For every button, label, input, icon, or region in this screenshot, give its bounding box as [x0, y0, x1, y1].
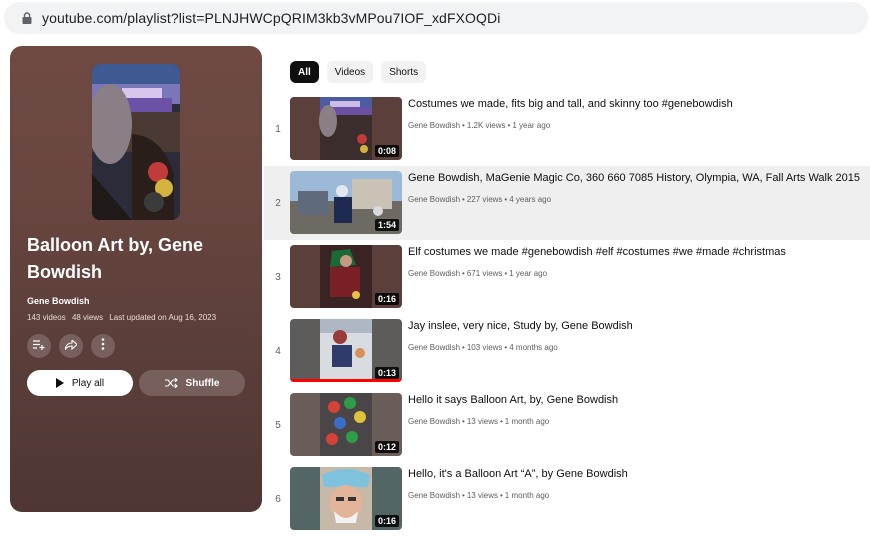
video-thumbnail[interactable]: 0:16 [290, 467, 402, 530]
video-title[interactable]: Hello, it's a Balloon Art “A”, by Gene B… [408, 468, 868, 480]
video-meta: Gene Bowdish • 1.2K views • 1 year ago [408, 121, 551, 130]
video-title[interactable]: Elf costumes we made #genebowdish #elf #… [408, 246, 868, 258]
play-icon [55, 378, 64, 388]
video-row[interactable]: 5 0:12 Hello it says Balloon Art, by, Ge… [264, 388, 870, 462]
playlist-owner[interactable]: Gene Bowdish [27, 296, 90, 306]
video-meta: Gene Bowdish • 227 views • 4 years ago [408, 195, 552, 204]
url-text[interactable]: youtube.com/playlist?list=PLNJHWCpQRIM3k… [42, 10, 500, 26]
video-index: 2 [275, 197, 281, 209]
shuffle-label: Shuffle [185, 377, 220, 389]
share-icon [64, 337, 78, 355]
share-button[interactable] [59, 334, 83, 358]
video-meta: Gene Bowdish • 13 views • 1 month ago [408, 491, 550, 500]
video-age: 1 year ago [512, 121, 551, 130]
video-views: 671 views [466, 269, 503, 278]
chip-shorts[interactable]: Shorts [381, 61, 427, 83]
video-count: 143 videos [27, 313, 66, 322]
video-thumbnail[interactable]: 0:08 [290, 97, 402, 160]
more-vert-icon [101, 337, 105, 355]
video-thumbnail[interactable]: 1:54 [290, 171, 402, 234]
video-views: 13 views [466, 491, 498, 500]
channel-name[interactable]: Gene Bowdish [408, 417, 460, 426]
video-age: 1 month ago [504, 491, 550, 500]
last-updated: Last updated on Aug 16, 2023 [109, 313, 217, 322]
channel-name[interactable]: Gene Bowdish [408, 343, 460, 352]
video-row[interactable]: 6 0:16 Hello, it's a Balloon Art “A”, by… [264, 462, 870, 536]
video-duration: 0:13 [374, 367, 399, 379]
video-duration: 0:08 [374, 145, 399, 157]
video-duration: 0:12 [374, 441, 399, 453]
channel-name[interactable]: Gene Bowdish [408, 269, 460, 278]
video-meta: Gene Bowdish • 671 views • 1 year ago [408, 269, 548, 278]
video-index: 4 [275, 345, 281, 357]
video-duration: 0:16 [374, 515, 399, 527]
playlist-title: Balloon Art by, Gene Bowdish [27, 235, 204, 282]
shuffle-icon [164, 378, 178, 388]
play-all-button[interactable]: Play all [27, 370, 133, 396]
video-meta: Gene Bowdish • 103 views • 4 months ago [408, 343, 558, 352]
video-row[interactable]: 2 1:54 Gene Bowdish, MaGenie Magic Co, 3… [264, 166, 870, 240]
video-age: 1 year ago [509, 269, 548, 278]
video-list: 1 0:08 Costumes we made, fits big and ta… [264, 92, 870, 536]
video-index: 1 [275, 123, 281, 135]
lock-icon[interactable] [22, 12, 32, 24]
playlist-meta: 143 videos 48 views Last updated on Aug … [27, 313, 216, 322]
chip-videos[interactable]: Videos [326, 61, 374, 83]
play-all-label: Play all [71, 377, 105, 389]
chip-all[interactable]: All [290, 61, 319, 83]
playlist-add-icon [33, 337, 45, 355]
video-views: 227 views [466, 195, 503, 204]
video-age: 4 years ago [509, 195, 552, 204]
video-row[interactable]: 1 0:08 Costumes we made, fits big and ta… [264, 92, 870, 166]
video-title[interactable]: Costumes we made, fits big and tall, and… [408, 98, 868, 110]
more-options-button[interactable] [91, 334, 115, 358]
channel-name[interactable]: Gene Bowdish [408, 491, 460, 500]
playlist-header-panel: Balloon Art by, Gene Bowdish Gene Bowdis… [10, 46, 262, 512]
video-age: 1 month ago [504, 417, 550, 426]
video-row[interactable]: 4 0:13 Jay inslee, very nice, Study by, … [264, 314, 870, 388]
playlist-cover-image[interactable] [92, 64, 180, 220]
video-meta: Gene Bowdish • 13 views • 1 month ago [408, 417, 550, 426]
watch-progress-bar [290, 379, 402, 382]
video-title[interactable]: Hello it says Balloon Art, by, Gene Bowd… [408, 394, 868, 406]
video-index: 3 [275, 271, 281, 283]
video-thumbnail[interactable]: 0:13 [290, 319, 402, 382]
video-title[interactable]: Jay inslee, very nice, Study by, Gene Bo… [408, 320, 868, 332]
video-title[interactable]: Gene Bowdish, MaGenie Magic Co, 360 660 … [408, 172, 868, 184]
video-views: 13 views [466, 417, 498, 426]
video-index: 6 [275, 493, 281, 505]
video-duration: 0:16 [374, 293, 399, 305]
shuffle-button[interactable]: Shuffle [139, 370, 245, 396]
video-index: 5 [275, 419, 281, 431]
video-duration: 1:54 [374, 219, 399, 231]
save-playlist-button[interactable] [27, 334, 51, 358]
view-count: 48 views [71, 313, 104, 322]
video-thumbnail[interactable]: 0:16 [290, 245, 402, 308]
filter-chips: All Videos Shorts [290, 61, 427, 83]
video-views: 103 views [466, 343, 503, 352]
video-thumbnail[interactable]: 0:12 [290, 393, 402, 456]
video-views: 1.2K views [466, 121, 506, 130]
channel-name[interactable]: Gene Bowdish [408, 121, 460, 130]
address-bar[interactable]: youtube.com/playlist?list=PLNJHWCpQRIM3k… [4, 2, 868, 34]
video-row[interactable]: 3 0:16 Elf costumes we made #genebowdish… [264, 240, 870, 314]
channel-name[interactable]: Gene Bowdish [408, 195, 460, 204]
video-age: 4 months ago [509, 343, 558, 352]
